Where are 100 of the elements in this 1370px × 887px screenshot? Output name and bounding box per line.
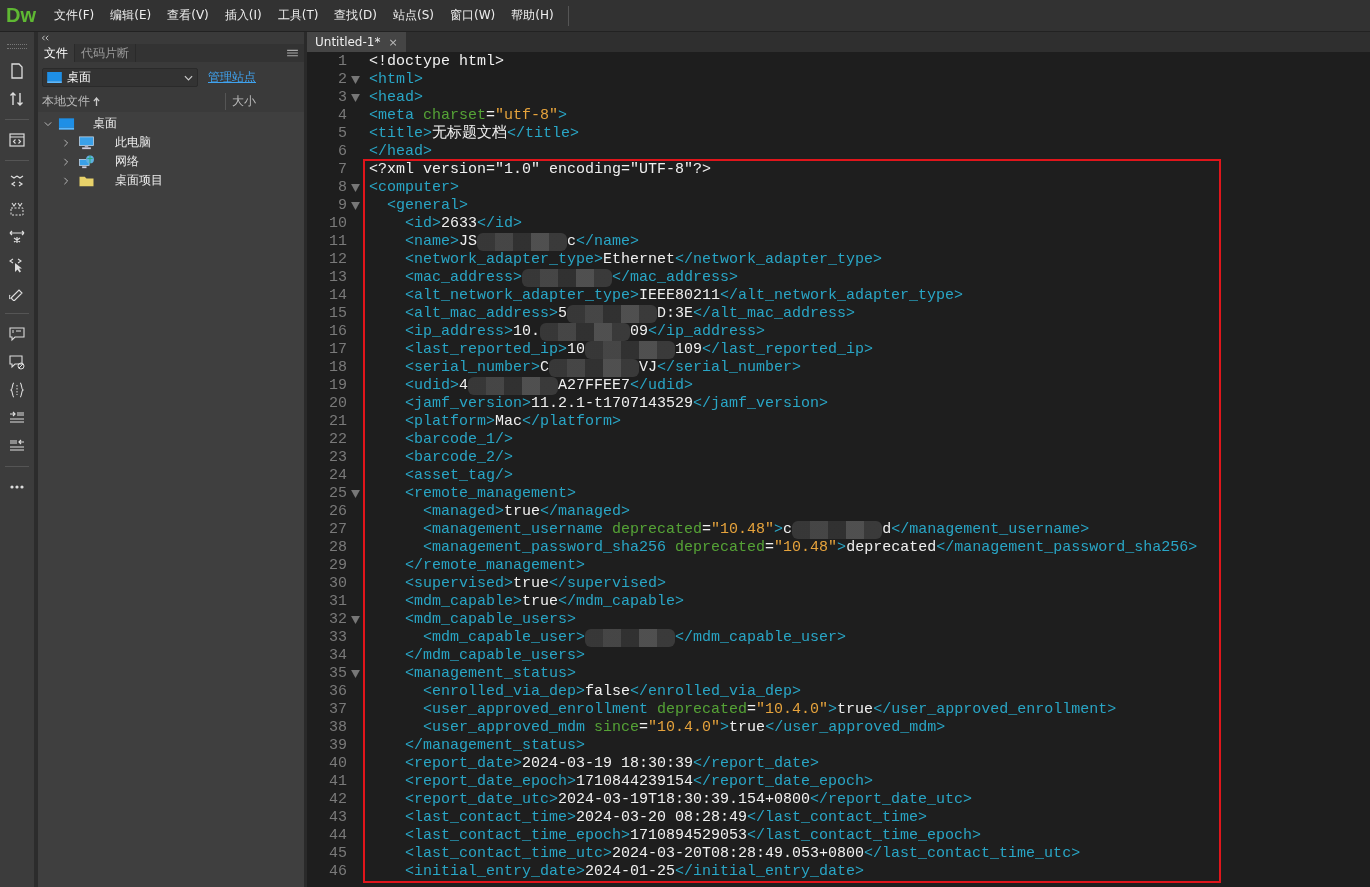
document-tab[interactable]: Untitled-1* × [307, 32, 406, 52]
code-token: <mdm_capable> [404, 593, 523, 610]
code-token: = [702, 521, 712, 538]
up-down-arrows-icon[interactable] [9, 91, 25, 107]
code-token: <report_date_utc> [404, 791, 559, 808]
column-header[interactable]: 大小 [232, 93, 256, 110]
tree-item[interactable]: 桌面项目 [115, 172, 163, 189]
code-token: </last_contact_time_epoch> [747, 827, 982, 844]
remove-comment-icon[interactable] [9, 354, 25, 370]
menu-icon[interactable] [287, 48, 298, 58]
code-token: </initial_entry_date> [675, 863, 865, 880]
code-token: 1710894529053 [630, 827, 748, 844]
code-token: > [837, 539, 847, 556]
code-token: 2024-03-20 08:28:49 [576, 809, 748, 826]
code-token: 2633 [441, 215, 478, 232]
braces-icon[interactable] [9, 382, 25, 398]
fold-triangle-icon[interactable] [350, 76, 360, 84]
code-token: 2024-01-25 [585, 863, 676, 880]
code-token: <platform> [404, 413, 496, 430]
column-header[interactable]: 本地文件 [42, 93, 90, 110]
grip-handle[interactable] [7, 44, 27, 49]
line-number: 37 [328, 701, 347, 719]
line-number: 33 [328, 629, 347, 647]
menu-item[interactable]: 工具(T) [269, 7, 327, 24]
collapse-tags-icon[interactable] [9, 173, 25, 189]
line-number: 34 [328, 647, 347, 665]
line-number: 19 [328, 377, 347, 395]
panel-tab[interactable]: 代码片断 [75, 44, 136, 62]
fold-triangle-icon[interactable] [350, 202, 360, 210]
line-number: 27 [328, 521, 347, 539]
fold-triangle-icon[interactable] [350, 94, 360, 102]
code-view-icon[interactable] [9, 132, 25, 148]
code-token: <last_contact_time> [404, 809, 577, 826]
code-token: charset [423, 107, 487, 124]
monitor-icon [47, 72, 62, 83]
line-number: 1 [337, 53, 347, 71]
menu-item[interactable]: 查找(D) [326, 7, 385, 24]
comment-icon[interactable] [9, 326, 25, 342]
code-token: </last_contact_time_utc> [864, 845, 1081, 862]
code-token: true [837, 701, 874, 718]
chevron-icon[interactable] [62, 176, 70, 185]
collapse-selection-icon[interactable] [9, 201, 25, 217]
menu-item[interactable]: 帮助(H) [503, 7, 562, 24]
code-token: deprecated [675, 539, 766, 556]
line-number: 43 [328, 809, 347, 827]
network-icon [78, 154, 95, 169]
line-number: 32 [328, 611, 347, 629]
fold-triangle-icon[interactable] [350, 616, 360, 624]
code-token: 4 [459, 377, 469, 394]
code-token: </mdm_capable_users> [404, 647, 586, 664]
code-token: deprecated [846, 539, 937, 556]
fold-triangle-icon[interactable] [350, 490, 360, 498]
panel-tab[interactable]: 文件 [38, 44, 75, 62]
code-token: = [747, 701, 757, 718]
code-token: </name> [576, 233, 640, 250]
code-token: Mac [495, 413, 523, 430]
code-token: </last_reported_ip> [702, 341, 874, 358]
fold-triangle-icon[interactable] [350, 670, 360, 678]
expand-all-icon[interactable] [9, 229, 25, 245]
select-parent-tag-icon[interactable] [9, 257, 25, 273]
line-number: 6 [337, 143, 347, 161]
chevron-icon[interactable] [62, 138, 70, 147]
menu-item[interactable]: 文件(F) [46, 7, 103, 24]
code-token: </enrolled_via_dep> [630, 683, 802, 700]
menu-item[interactable]: 站点(S) [385, 7, 442, 24]
outdent-icon[interactable] [9, 438, 25, 454]
code-token: <initial_entry_date> [404, 863, 586, 880]
code-token: </user_approved_mdm> [765, 719, 946, 736]
chevron-icon[interactable] [44, 119, 52, 128]
code-token: </mdm_capable> [558, 593, 685, 610]
menu-item[interactable]: 窗口(W) [442, 7, 504, 24]
manage-sites-link[interactable]: 管理站点 [208, 69, 256, 86]
code-token: </ip_address> [648, 323, 766, 340]
line-number: 14 [328, 287, 347, 305]
code-token: </management_password_sha256> [936, 539, 1198, 556]
menu-item[interactable]: 查看(V) [159, 7, 217, 24]
menu-item[interactable]: 编辑(E) [102, 7, 160, 24]
code-token: <html> [369, 71, 423, 88]
tree-item[interactable]: 桌面 [93, 115, 117, 132]
computer-icon [78, 135, 95, 150]
fold-triangle-icon[interactable] [350, 184, 360, 192]
tree-item[interactable]: 此电脑 [115, 134, 151, 151]
tree-item[interactable]: 网络 [115, 153, 139, 170]
code-token: <last_contact_time_utc> [404, 845, 613, 862]
document-icon[interactable] [9, 63, 25, 79]
line-number: 41 [328, 773, 347, 791]
close-button[interactable]: × [388, 35, 398, 49]
indent-icon[interactable] [9, 410, 25, 426]
code-token: A27FFEE7 [558, 377, 631, 394]
code-token: 无标题文档 [432, 125, 507, 142]
site-dropdown[interactable]: 桌面 [42, 68, 198, 87]
code-token: 10 [567, 341, 586, 358]
collapse-panel-icon[interactable] [41, 35, 50, 41]
chevron-icon[interactable] [62, 157, 70, 166]
menu-item[interactable]: 插入(I) [216, 7, 270, 24]
code-token: 109 [675, 341, 703, 358]
code-token: 5 [558, 305, 568, 322]
code-token: = [639, 719, 649, 736]
code-token: true [729, 719, 766, 736]
code-token: deprecated [657, 701, 748, 718]
